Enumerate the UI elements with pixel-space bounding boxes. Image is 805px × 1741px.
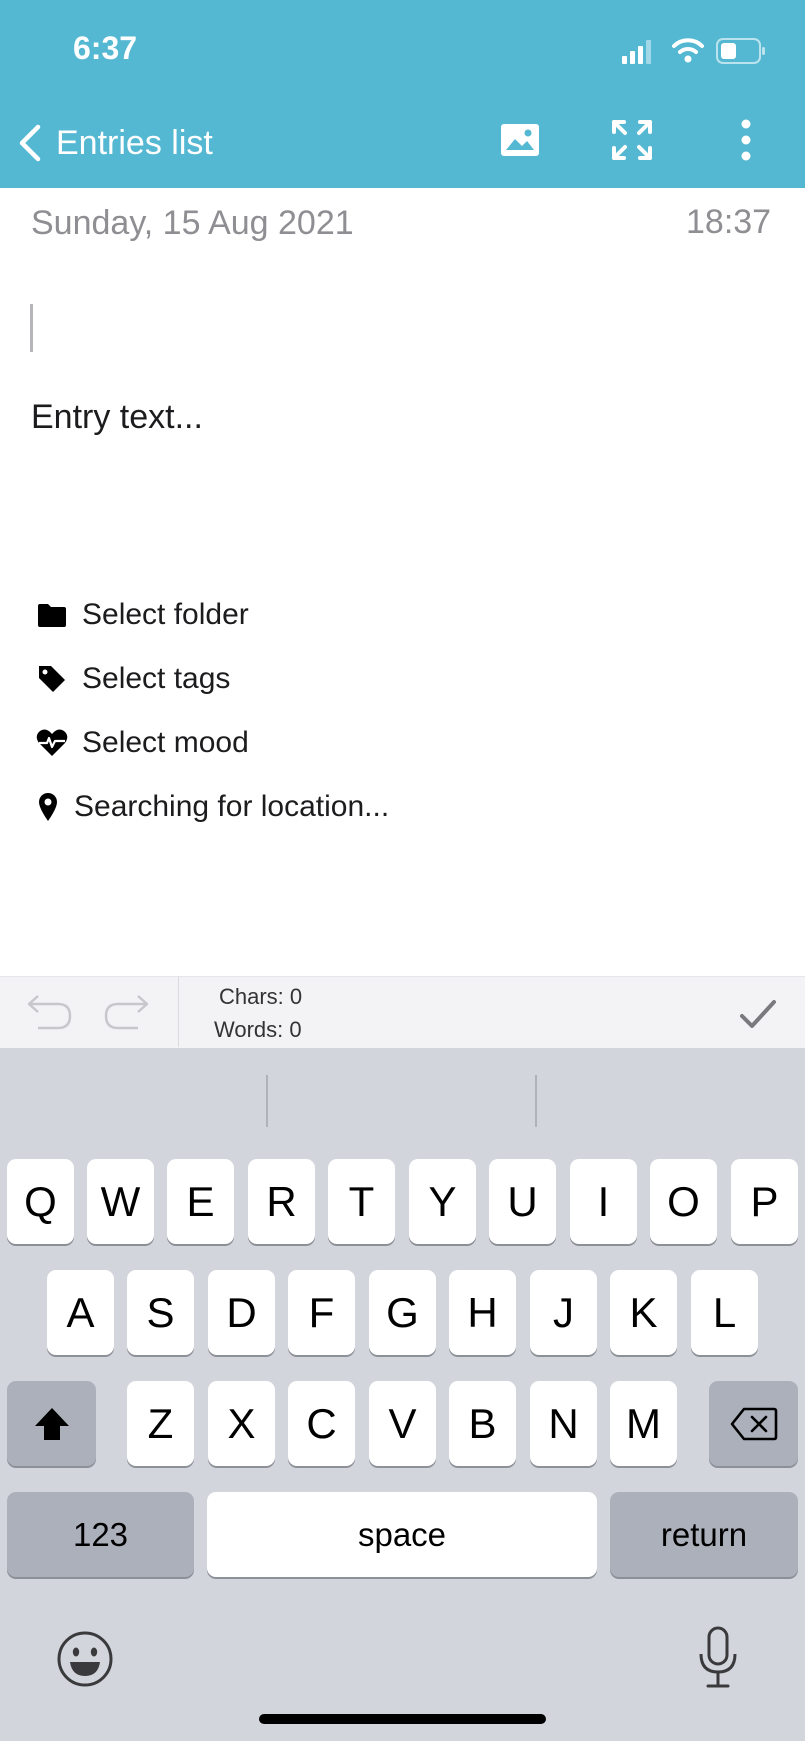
key-c[interactable]: C <box>288 1381 355 1466</box>
entry-text-input[interactable]: Entry text... <box>31 398 203 437</box>
select-mood-label: Select mood <box>82 726 249 759</box>
checkmark-icon[interactable] <box>738 994 778 1034</box>
entry-time[interactable]: 18:37 <box>686 203 771 242</box>
suggestion-divider <box>266 1075 268 1127</box>
shift-arrow-icon <box>34 1407 69 1440</box>
key-d[interactable]: D <box>208 1270 275 1355</box>
key-h[interactable]: H <box>449 1270 516 1355</box>
microphone-icon[interactable] <box>696 1626 740 1690</box>
emoji-icon[interactable] <box>56 1630 114 1688</box>
entry-date[interactable]: Sunday, 15 Aug 2021 <box>31 204 354 243</box>
key-z[interactable]: Z <box>127 1381 194 1466</box>
key-u[interactable]: U <box>489 1159 556 1244</box>
home-indicator[interactable] <box>259 1714 546 1724</box>
key-q[interactable]: Q <box>7 1159 74 1244</box>
fullscreen-icon[interactable] <box>611 119 653 161</box>
more-vertical-icon[interactable] <box>733 118 759 162</box>
location-pin-icon <box>36 792 60 822</box>
wifi-icon <box>672 38 704 63</box>
key-f[interactable]: F <box>288 1270 355 1355</box>
key-t[interactable]: T <box>328 1159 395 1244</box>
title-input-caret[interactable] <box>30 304 33 352</box>
key-i[interactable]: I <box>570 1159 637 1244</box>
battery-icon <box>716 38 765 64</box>
redo-icon[interactable] <box>102 990 152 1034</box>
back-label: Entries list <box>56 123 213 162</box>
location-row[interactable]: Searching for location... <box>36 787 389 827</box>
tag-icon <box>36 664 68 694</box>
backspace-icon <box>730 1407 777 1440</box>
undo-icon[interactable] <box>24 990 74 1034</box>
key-l[interactable]: L <box>691 1270 758 1355</box>
words-count: Words: 0 <box>214 1017 302 1042</box>
select-folder-row[interactable]: Select folder <box>36 595 249 635</box>
select-tags-label: Select tags <box>82 662 231 695</box>
key-v[interactable]: V <box>369 1381 436 1466</box>
space-key[interactable]: space <box>207 1492 597 1577</box>
select-tags-row[interactable]: Select tags <box>36 659 230 699</box>
numbers-key[interactable]: 123 <box>7 1492 194 1577</box>
folder-icon <box>36 600 68 630</box>
back-button[interactable]: Entries list <box>14 118 213 168</box>
key-s[interactable]: S <box>127 1270 194 1355</box>
select-mood-row[interactable]: Select mood <box>36 723 249 763</box>
suggestion-divider <box>535 1075 537 1127</box>
key-x[interactable]: X <box>208 1381 275 1466</box>
key-b[interactable]: B <box>449 1381 516 1466</box>
return-key[interactable]: return <box>610 1492 798 1577</box>
key-j[interactable]: J <box>530 1270 597 1355</box>
select-folder-label: Select folder <box>82 598 249 631</box>
key-w[interactable]: W <box>87 1159 154 1244</box>
key-o[interactable]: O <box>650 1159 717 1244</box>
key-y[interactable]: Y <box>409 1159 476 1244</box>
chevron-left-icon <box>19 124 41 162</box>
cellular-signal-icon <box>622 40 651 64</box>
status-time: 6:37 <box>73 30 138 66</box>
key-a[interactable]: A <box>47 1270 114 1355</box>
key-e[interactable]: E <box>167 1159 234 1244</box>
key-m[interactable]: M <box>610 1381 677 1466</box>
key-r[interactable]: R <box>248 1159 315 1244</box>
shift-key[interactable] <box>7 1381 96 1466</box>
heartbeat-icon <box>36 728 68 758</box>
toolbar-divider <box>178 977 179 1047</box>
chars-count: Chars: 0 <box>219 984 303 1009</box>
location-label: Searching for location... <box>74 790 390 823</box>
image-icon[interactable] <box>500 120 540 160</box>
key-n[interactable]: N <box>530 1381 597 1466</box>
key-k[interactable]: K <box>610 1270 677 1355</box>
key-p[interactable]: P <box>731 1159 798 1244</box>
backspace-key[interactable] <box>709 1381 798 1466</box>
key-g[interactable]: G <box>369 1270 436 1355</box>
